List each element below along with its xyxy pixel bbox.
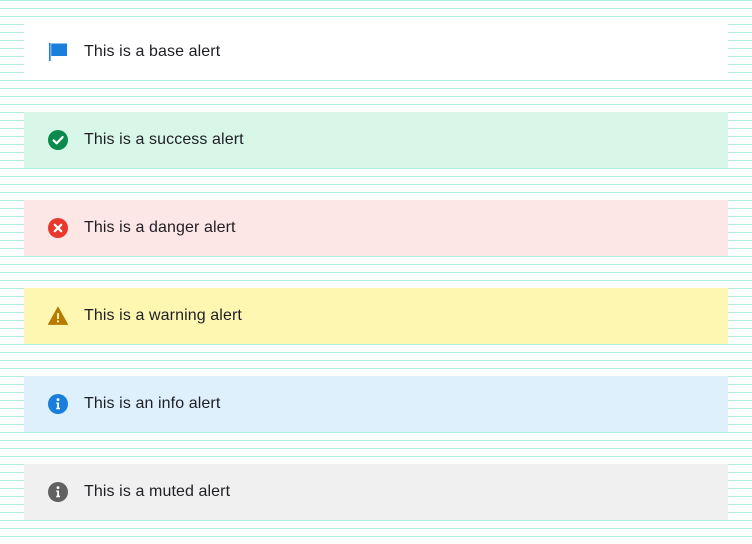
alert-text: This is a danger alert	[84, 219, 236, 236]
alert-info: This is an info alert	[24, 376, 728, 432]
alert-muted: This is a muted alert	[24, 464, 728, 520]
info-icon	[48, 482, 68, 502]
alert-danger: This is a danger alert	[24, 200, 728, 256]
alert-text: This is an info alert	[84, 395, 221, 412]
alert-text: This is a success alert	[84, 131, 244, 148]
warning-icon	[48, 306, 68, 326]
flag-icon	[48, 42, 68, 62]
alert-list: This is a base alert This is a success a…	[24, 24, 728, 520]
info-icon	[48, 394, 68, 414]
check-circle-icon	[48, 130, 68, 150]
alert-text: This is a warning alert	[84, 307, 242, 324]
x-circle-icon	[48, 218, 68, 238]
alert-text: This is a base alert	[84, 43, 221, 60]
alert-warning: This is a warning alert	[24, 288, 728, 344]
alert-text: This is a muted alert	[84, 483, 231, 500]
alert-success: This is a success alert	[24, 112, 728, 168]
alert-base: This is a base alert	[24, 24, 728, 80]
